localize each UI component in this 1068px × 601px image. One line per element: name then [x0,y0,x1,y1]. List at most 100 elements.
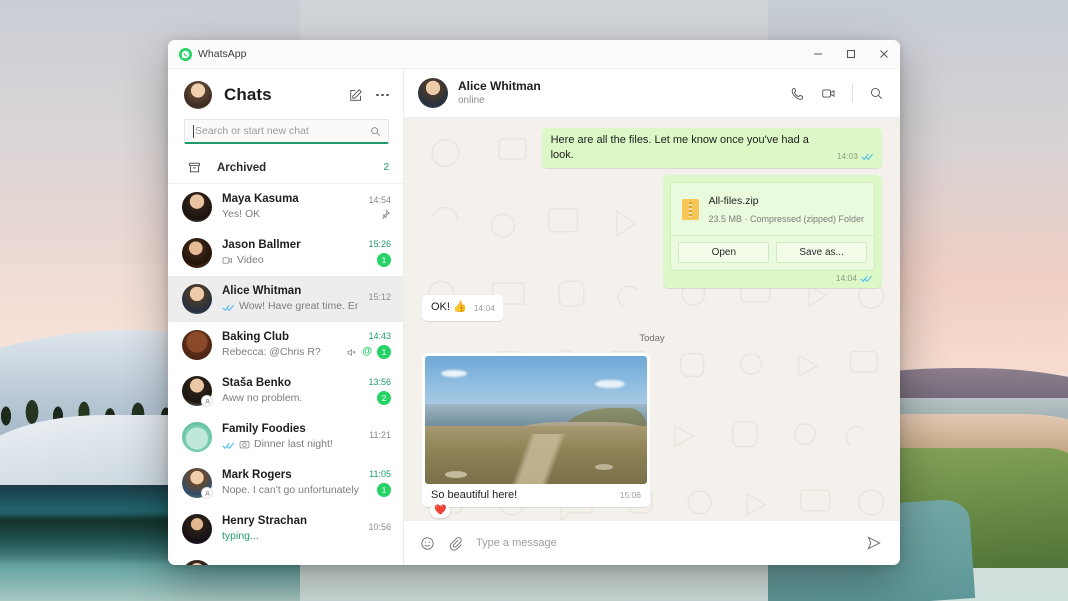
window-titlebar[interactable]: WhatsApp [168,40,900,69]
message-composer: Type a message [404,520,900,565]
chat-time: 13:56 [368,377,391,387]
open-file-button[interactable]: Open [678,242,769,263]
archived-row[interactable]: Archived 2 [168,152,403,184]
zip-file-icon [682,199,699,220]
chat-list-item[interactable]: Mark RogersNope. I can't go unfortunatel… [168,460,403,506]
header-divider [852,84,853,102]
pinned-icon [380,209,391,220]
message-outgoing-file[interactable]: All-files.zip 23.5 MB · Compressed (zipp… [663,175,882,288]
message-list[interactable]: Here are all the files. Let me know once… [404,118,900,520]
chat-preview: Aww no problem. [222,391,358,406]
chat-list-item[interactable]: Henry Strachantyping...10:56 [168,506,403,552]
contact-avatar [182,192,212,222]
send-icon[interactable] [866,535,882,551]
contact-avatar [182,238,212,268]
save-as-button[interactable]: Save as... [776,242,867,263]
message-incoming-photo[interactable]: So beautiful here! 15:06 ❤️ [422,353,650,507]
read-receipt-icon [860,274,873,283]
app-brand: WhatsApp [168,48,246,61]
my-avatar[interactable] [184,81,212,109]
message-incoming-text[interactable]: OK! 👍 14:04 [422,295,503,320]
video-camera-icon[interactable] [821,86,836,101]
chat-preview-text: Yes! OK [222,207,260,222]
file-name: All-files.zip [708,195,758,207]
chat-list-item[interactable]: Staša BenkoAww no problem. 13:56 2 [168,368,403,414]
photo-caption: So beautiful here! [431,489,612,501]
muted-icon [346,347,357,358]
reaction-badge[interactable]: ❤️ [430,503,450,518]
chat-list-item[interactable]: Family FoodiesDinner last night!11:21 [168,414,403,460]
contact-avatar [182,284,212,314]
chat-preview: typing... [222,529,358,544]
voice-call-icon[interactable] [790,86,805,101]
video-icon [222,255,233,266]
chat-meta: 1 [377,253,391,267]
contact-avatar [182,468,212,498]
contact-avatar [182,376,212,406]
chat-meta [380,209,391,220]
chat-name: Henry Strachan [222,514,358,530]
minimize-button[interactable] [801,40,834,69]
emoji-icon[interactable] [420,536,435,551]
search-input[interactable]: Search or start new chat [184,119,389,144]
message-time: 14:04 [474,303,495,315]
camera-icon [239,439,250,450]
chat-list-item[interactable]: Dawn Jones8:32 [168,552,403,565]
chat-name: Family Foodies [222,422,359,438]
contact-status: online [458,94,541,107]
mention-icon: @ [362,347,372,357]
chat-time: 11:05 [369,469,391,479]
chat-preview-text: typing... [222,529,259,544]
message-text: OK! 👍 [431,300,467,315]
whatsapp-logo-icon [179,48,192,61]
chat-name: Maya Kasuma [222,192,358,208]
chat-list-item[interactable]: Jason BallmerVideo 15:26 1 [168,230,403,276]
day-divider-label: Today [630,331,673,346]
day-divider: Today [630,328,673,346]
maximize-button[interactable] [834,40,867,69]
compose-icon[interactable] [349,88,363,102]
chat-name: Staša Benko [222,376,358,392]
chat-list-item[interactable]: Alice WhitmanWow! Have great time. Enjoy… [168,276,403,322]
chat-name: Jason Ballmer [222,238,358,254]
chat-name: Mark Rogers [222,468,359,484]
read-receipt-icon [861,152,874,161]
window-controls [801,40,900,69]
read-receipt-icon [222,440,235,449]
chat-preview: Nope. I can't go unfortunately. [222,483,359,498]
chat-preview-text: Nope. I can't go unfortunately. [222,483,359,498]
archived-count: 2 [383,162,389,173]
message-text: Here are all the files. Let me know once… [551,133,830,163]
chat-list[interactable]: Archived 2 Maya KasumaYes! OK14:54Jason … [168,152,403,565]
file-meta: 23.5 MB · Compressed (zipped) Folder [708,214,864,224]
chat-time: 15:12 [368,292,391,302]
conversation-search-icon[interactable] [869,86,884,101]
message-time: 14:03 [837,151,858,163]
file-message-time: 14:04 [836,273,857,283]
photo-thumbnail[interactable] [425,356,647,484]
chat-list-item[interactable]: Baking ClubRebecca: @Chris R?14:43@1 [168,322,403,368]
message-outgoing-text[interactable]: Here are all the files. Let me know once… [542,128,882,168]
paperclip-icon[interactable] [448,536,463,551]
search-icon [370,126,381,137]
chat-time: 15:26 [368,239,391,249]
close-button[interactable] [867,40,900,69]
group-indicator-icon [201,395,213,407]
desktop-wallpaper: WhatsApp Chats [0,0,1068,601]
file-card: All-files.zip 23.5 MB · Compressed (zipp… [670,182,875,271]
text-caret [193,125,194,138]
sidebar-title: Chats [224,85,272,105]
chat-list-item[interactable]: Maya KasumaYes! OK14:54 [168,184,403,230]
chat-preview-text: Video [237,253,264,268]
contact-name: Alice Whitman [458,79,541,95]
unread-badge: 2 [377,391,391,405]
search-placeholder: Search or start new chat [195,125,370,137]
contact-avatar [182,330,212,360]
more-options-icon[interactable] [376,94,389,97]
message-meta: 14:03 [837,151,874,163]
group-indicator-icon [201,487,213,499]
contact-avatar[interactable] [418,78,448,108]
chat-preview: Rebecca: @Chris R? [222,345,336,360]
chat-time: 11:21 [369,430,391,440]
message-input[interactable]: Type a message [476,537,853,549]
